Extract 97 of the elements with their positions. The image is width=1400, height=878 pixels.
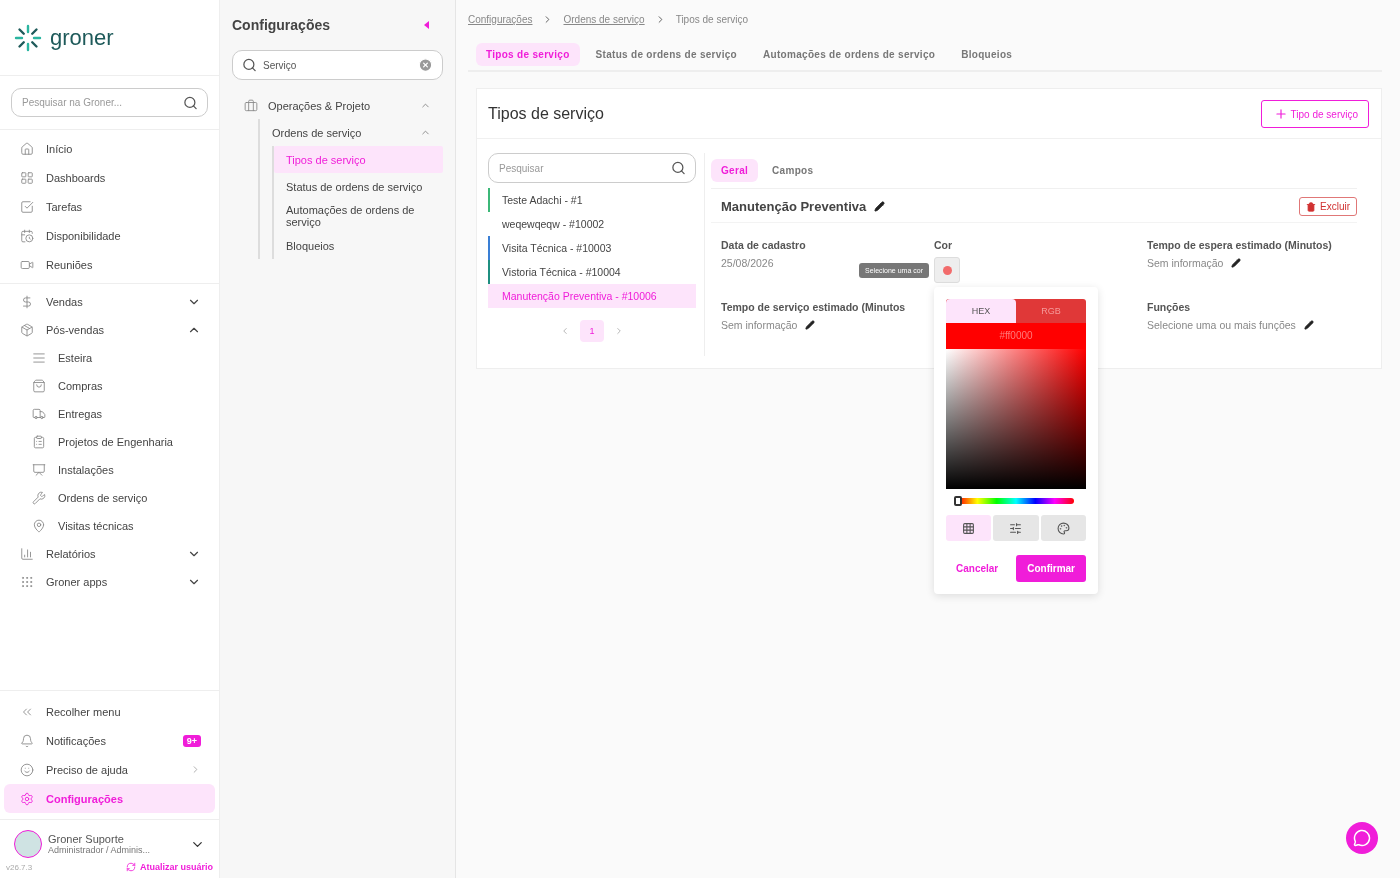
board-icon <box>32 463 46 477</box>
user-role: Administrador / Adminis... <box>48 845 152 855</box>
bag-icon <box>32 379 46 393</box>
add-service-type-button[interactable]: Tipo de serviço <box>1260 100 1369 128</box>
user-name: Groner Suporte <box>48 833 124 845</box>
nav-group[interactable]: Groner apps <box>4 568 215 596</box>
mode-button[interactable] <box>1040 515 1086 541</box>
dollar-icon <box>20 295 34 309</box>
breadcrumb-current: Tipos de serviço <box>675 13 749 25</box>
plus-icon <box>1273 107 1288 121</box>
list-item[interactable]: Visita Técnica - #10003 <box>488 236 696 260</box>
trash-icon <box>1306 201 1316 212</box>
chat-bubble-icon <box>1353 829 1371 847</box>
refresh-icon <box>126 862 136 872</box>
mode-button[interactable] <box>946 515 992 541</box>
list-icon <box>32 351 46 365</box>
cancel-button[interactable]: Cancelar <box>946 559 1009 578</box>
search-field[interactable]: Serviço <box>232 50 443 80</box>
grid-icon <box>20 170 34 185</box>
pencil-icon[interactable] <box>1231 258 1242 268</box>
service-name: Manutenção Preventiva <box>721 199 867 214</box>
nav-item[interactable]: Projetos de Engenharia <box>4 428 215 456</box>
nav-item[interactable]: Preciso de ajuda <box>4 755 215 784</box>
hue-thumb[interactable] <box>954 496 962 506</box>
nav-item[interactable]: Visitas técnicas <box>4 512 215 540</box>
notification-badge: 9+ <box>182 734 201 747</box>
chat-button[interactable] <box>1346 822 1378 854</box>
settings-tree-item[interactable]: Automações de ordens de serviço <box>274 200 443 232</box>
search-icon <box>671 160 686 176</box>
pencil-icon[interactable] <box>1303 320 1314 330</box>
tab[interactable]: Bloqueios <box>951 43 1023 66</box>
field-label: Tempo de espera estimado (Minutos) <box>1147 239 1333 251</box>
settings-tree-item[interactable]: Operações & Projeto <box>232 92 443 119</box>
field-label: Cor <box>934 239 954 251</box>
confirm-button[interactable]: Confirmar <box>1016 555 1086 582</box>
nav-item[interactable]: Início <box>4 134 215 163</box>
version-label: v26.7.3 <box>6 862 33 872</box>
nav-item[interactable]: Ordens de serviço <box>4 484 215 512</box>
mode-button[interactable] <box>993 515 1039 541</box>
list-item[interactable]: Teste Adachi - #1 <box>488 188 696 212</box>
avatar <box>14 830 42 858</box>
nav-group[interactable]: Pós-vendas <box>4 316 215 344</box>
field-label: Funções <box>1147 301 1192 313</box>
saturation-area[interactable] <box>946 349 1086 489</box>
breadcrumb-link[interactable]: Configurações <box>468 13 533 25</box>
tab[interactable]: Campos <box>762 159 824 182</box>
delete-button[interactable]: Excluir <box>1299 197 1357 216</box>
nav-group[interactable]: Relatórios <box>4 540 215 568</box>
wrench-icon <box>32 491 46 505</box>
palette-icon <box>1056 521 1070 535</box>
panel-title: Configurações <box>232 17 330 33</box>
brand-name: groner <box>50 24 114 51</box>
briefcase-icon <box>244 98 258 113</box>
box-icon <box>20 323 34 337</box>
tab[interactable]: Status de ordens de serviço <box>585 43 748 66</box>
pin-icon <box>32 519 46 533</box>
checkbox-icon <box>20 199 34 214</box>
truck-icon <box>32 407 46 421</box>
nav-item[interactable]: Entregas <box>4 400 215 428</box>
face-icon <box>20 762 34 777</box>
nav-item[interactable]: Tarefas <box>4 192 215 221</box>
gradient-icon <box>962 521 976 535</box>
dots-grid-icon <box>20 575 34 589</box>
tab[interactable]: Automações de ordens de serviço <box>753 43 946 66</box>
settings-tree-item[interactable]: Ordens de serviço <box>260 119 443 146</box>
collapse-caret-icon[interactable] <box>424 21 429 29</box>
nav-item[interactable]: Disponibilidade <box>4 221 215 250</box>
breadcrumb-link[interactable]: Ordens de serviço <box>563 13 645 25</box>
picker-tab[interactable]: HEX <box>946 299 1016 323</box>
nav-item[interactable]: Esteira <box>4 344 215 372</box>
list-item[interactable]: weqewqeqw - #10002 <box>488 212 696 236</box>
card-title: Tipos de serviço <box>488 105 604 123</box>
nav-item[interactable]: Recolher menu <box>4 697 215 726</box>
nav-item[interactable]: Compras <box>4 372 215 400</box>
nav-item[interactable]: Reuniões <box>4 250 215 279</box>
nav-item[interactable]: Dashboards <box>4 163 215 192</box>
field-label: Tempo de serviço estimado (Minutos <box>721 301 907 313</box>
search-field[interactable]: Pesquisar <box>488 153 696 183</box>
pencil-icon[interactable] <box>805 320 816 330</box>
refresh-user-link[interactable]: Atualizar usuário <box>126 862 213 872</box>
bell-icon <box>20 733 34 748</box>
nav-item[interactable]: Instalações <box>4 456 215 484</box>
search-field[interactable]: Pesquisar na Groner... <box>11 88 208 117</box>
search-icon <box>183 95 198 110</box>
settings-icon <box>20 791 34 806</box>
pencil-icon[interactable] <box>874 201 886 212</box>
sliders-icon <box>1009 521 1023 535</box>
clipboard-icon <box>32 435 46 449</box>
house-icon <box>20 141 34 156</box>
settings-tree-item[interactable]: Status de ordens de serviço <box>274 173 443 200</box>
bar-chart-icon <box>20 547 34 561</box>
nav-group[interactable]: Vendas <box>4 288 215 316</box>
field-label: Data de cadastro <box>721 239 807 251</box>
nav-item[interactable]: Notificações 9+ <box>4 726 215 755</box>
hex-value: #ff0000 <box>946 323 1086 349</box>
calendar-icon <box>20 228 34 243</box>
settings-tree-item[interactable]: Bloqueios <box>274 232 443 259</box>
